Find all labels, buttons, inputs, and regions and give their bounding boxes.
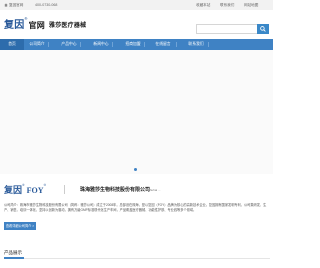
search-icon [260,26,266,32]
nav-item-products[interactable]: 产品中心 [56,39,82,50]
intro-logo: 复因®FOY® [4,183,46,196]
home-icon [4,3,8,8]
section-divider [4,258,270,259]
official-site-link[interactable]: 复因官网 [9,3,23,8]
sitemap-link[interactable]: 网站地图 [244,3,258,8]
products-section-title: 产品展示 [4,250,22,255]
nav-item-franchise[interactable]: 招商加盟 [120,39,146,50]
nav-item-message[interactable]: 在线留言 [150,39,176,50]
carousel-indicator[interactable] [134,168,137,171]
intro-divider [64,185,65,194]
logo-official-text: 官网 [28,21,46,30]
bookmark-link[interactable]: 收藏本站 [196,3,210,8]
nav-divider [48,42,49,47]
company-description: 公司简介：珠海市雅莎生物科技股份有限公司（简称：雅莎公司）成立于2008年，总部… [4,203,267,212]
banner-carousel[interactable] [0,50,273,174]
nav-divider [176,42,177,47]
main-nav: 首页 公司简介 产品中心 新闻中心 招商加盟 在线留言 联系我们 [0,39,273,50]
logo-main-text: 复因 [4,20,25,31]
intro-logo-main: 复因 [4,185,23,195]
section-accent-bar [4,257,24,259]
logo-subtitle: 雅莎医疗器械 [49,23,87,29]
company-english-name: Zhuhai ... [148,188,161,192]
nav-item-about[interactable]: 公司简介 [26,39,48,50]
intro-logo-registered-mark: ® [22,183,25,187]
nav-item-home[interactable]: 首页 [0,39,24,50]
view-company-profile-button[interactable]: 查看详细公司简介 > [4,222,36,230]
site-logo[interactable]: 复因®官网 雅莎医疗器械 [4,16,86,31]
phone-number: 400-0730-068 [35,3,58,7]
contact-link[interactable]: 联系我们 [220,3,234,8]
search-input[interactable] [196,24,258,34]
search-button[interactable] [257,24,269,34]
intro-logo-registered-mark-2: ® [43,183,47,187]
nav-item-news[interactable]: 新闻中心 [88,39,114,50]
nav-item-contact[interactable]: 联系我们 [183,39,209,50]
logo-registered-mark: ® [24,16,28,21]
intro-logo-foy: FOY [26,186,44,195]
company-name: 珠海雅莎生物科技股份有限公司 [80,187,151,193]
